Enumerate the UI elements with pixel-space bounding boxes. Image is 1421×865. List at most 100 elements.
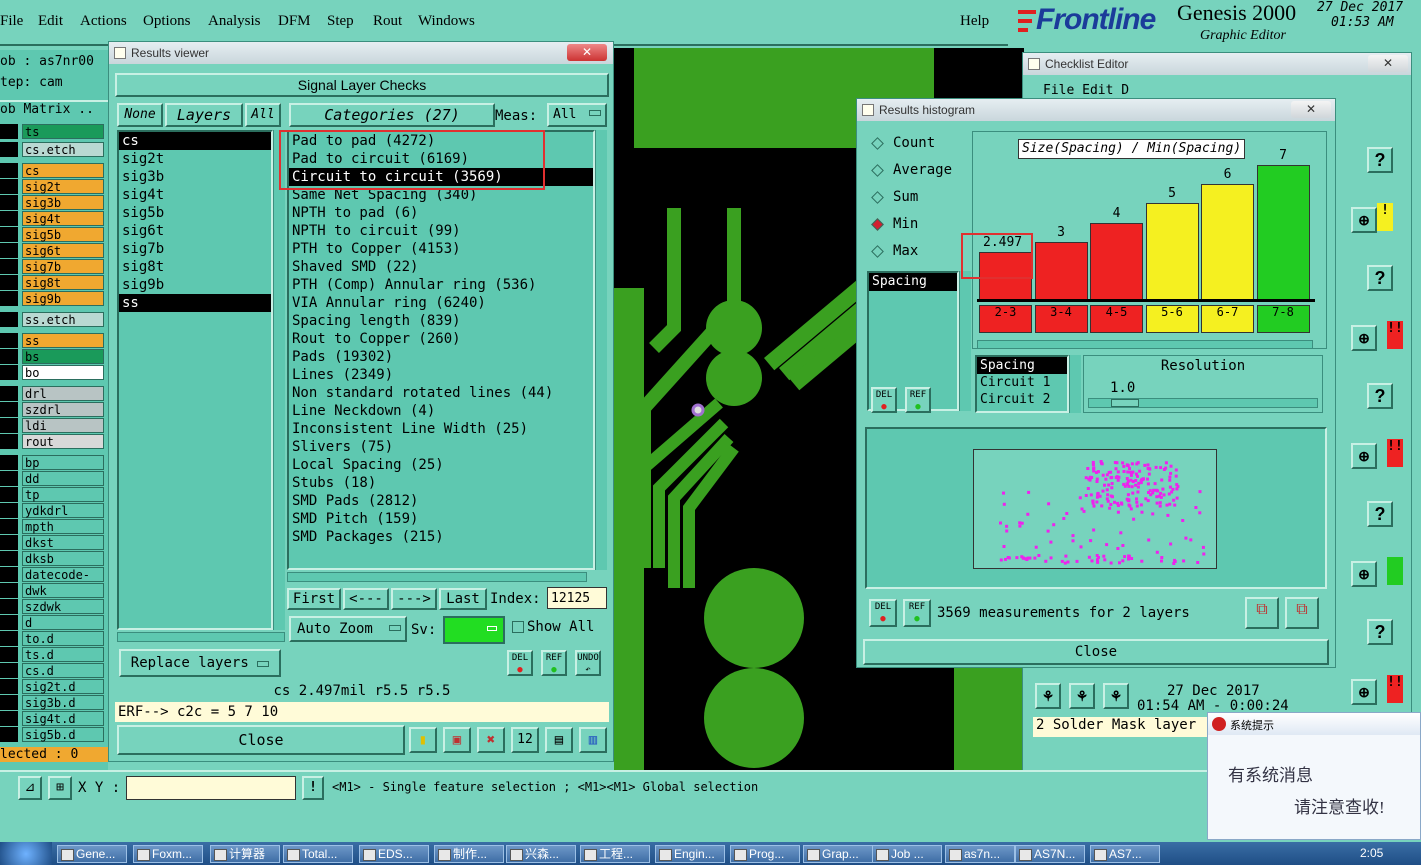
layer-state-indicator[interactable]: [0, 583, 18, 598]
index-icon[interactable]: 12: [511, 727, 539, 753]
mode-radio-min[interactable]: Min: [867, 212, 967, 239]
zoom-in-icon[interactable]: ⧉: [1245, 597, 1279, 629]
layer-list-item[interactable]: sig9b: [119, 276, 271, 294]
layer-state-indicator[interactable]: [0, 386, 18, 401]
run-icon[interactable]: ⚘: [1069, 683, 1095, 709]
layer-list-item[interactable]: sig5b: [119, 204, 271, 222]
help-icon[interactable]: ?: [1367, 501, 1393, 527]
layer-list[interactable]: cs sig2t sig3b sig4t sig5b sig6t sig7b sig8t sig…: [117, 130, 273, 630]
slider-thumb[interactable]: [1111, 399, 1139, 407]
category-item[interactable]: VIA Annular ring (6240): [289, 294, 593, 312]
taskbar-item[interactable]: AS7...: [1090, 845, 1160, 863]
categories-button[interactable]: Categories (27): [289, 103, 495, 127]
replace-layers-button[interactable]: Replace layers: [119, 649, 281, 677]
taskbar-item[interactable]: Prog...: [730, 845, 800, 863]
category-item[interactable]: Slivers (75): [289, 438, 593, 456]
taskbar-item[interactable]: Grap...: [803, 845, 873, 863]
layer-state-indicator[interactable]: [0, 333, 18, 348]
category-scrollbar[interactable]: [595, 130, 607, 570]
measure-icon[interactable]: ⊿: [18, 776, 42, 800]
layer-row-dd[interactable]: dd: [22, 471, 104, 486]
taskbar-item[interactable]: Gene...: [57, 845, 127, 863]
mode-radio-average[interactable]: Average: [867, 158, 967, 185]
attribute-item[interactable]: Circuit 2: [977, 391, 1067, 408]
auto-zoom-select[interactable]: Auto Zoom: [289, 616, 407, 642]
taskbar-item[interactable]: 计算器: [210, 845, 280, 863]
category-item[interactable]: NPTH to pad (6): [289, 204, 593, 222]
layer-row-szdwk[interactable]: szdwk: [22, 599, 104, 614]
layer-state-indicator[interactable]: [0, 663, 18, 678]
menu-help[interactable]: Help: [960, 13, 989, 30]
layer-state-indicator[interactable]: [0, 503, 18, 518]
layer-list-item[interactable]: sig8t: [119, 258, 271, 276]
mode-radio-count[interactable]: Count: [867, 131, 967, 158]
layer-row-szdrl[interactable]: szdrl: [22, 402, 104, 417]
layer-state-indicator[interactable]: [0, 418, 18, 433]
layer-row-sig7b[interactable]: sig7b: [22, 259, 104, 274]
close-button[interactable]: Close: [117, 725, 405, 755]
menu-rout[interactable]: Rout: [373, 13, 402, 30]
job-matrix-button[interactable]: ob Matrix ..: [0, 100, 108, 117]
zoom-icon[interactable]: ⊕: [1351, 561, 1377, 587]
layer-list-item[interactable]: sig4t: [119, 186, 271, 204]
taskbar-item[interactable]: Total...: [283, 845, 353, 863]
taskbar-item[interactable]: EDS...: [359, 845, 429, 863]
attribute-list[interactable]: Spacing Circuit 1 Circuit 2: [975, 355, 1069, 413]
attribute-item[interactable]: Spacing: [977, 357, 1067, 374]
layer-row-cs[interactable]: cs: [22, 163, 104, 178]
layer-row-sig5b[interactable]: sig5b: [22, 227, 104, 242]
none-button[interactable]: None: [117, 103, 163, 127]
layer-state-indicator[interactable]: [0, 402, 18, 417]
layer-row-sig6t[interactable]: sig6t: [22, 243, 104, 258]
layer-row-sig8t[interactable]: sig8t: [22, 275, 104, 290]
first-button[interactable]: First: [287, 588, 341, 610]
layer-state-indicator[interactable]: [0, 227, 18, 242]
taskbar-item[interactable]: as7n...: [945, 845, 1015, 863]
close-icon[interactable]: ✕: [567, 44, 607, 61]
layer-state-indicator[interactable]: [0, 535, 18, 550]
start-button[interactable]: [0, 842, 52, 865]
category-item[interactable]: Local Spacing (25): [289, 456, 593, 474]
zoom-icon[interactable]: ⊕: [1351, 207, 1377, 233]
menu-dfm[interactable]: DFM: [278, 13, 311, 30]
mode-radio-sum[interactable]: Sum: [867, 185, 967, 212]
layer-row-rout[interactable]: rout: [22, 434, 104, 449]
menu-windows[interactable]: Windows: [418, 13, 475, 30]
layer-list-item[interactable]: sig2t: [119, 150, 271, 168]
menu-analysis[interactable]: Analysis: [208, 13, 261, 30]
layer-state-indicator[interactable]: [0, 519, 18, 534]
taskbar-item[interactable]: AS7N...: [1015, 845, 1085, 863]
layer-row-ydkdrl[interactable]: ydkdrl: [22, 503, 104, 518]
layer-scrollbar[interactable]: [273, 130, 285, 630]
all-layers-button[interactable]: All: [245, 103, 281, 127]
layer-state-indicator[interactable]: [0, 349, 18, 364]
layer-row-dksb[interactable]: dksb: [22, 551, 104, 566]
layer-state-indicator[interactable]: [0, 615, 18, 630]
category-item[interactable]: Spacing length (839): [289, 312, 593, 330]
layer-row-ts-d[interactable]: ts.d: [22, 647, 104, 662]
prev-button[interactable]: <---: [343, 588, 389, 610]
next-button[interactable]: --->: [391, 588, 437, 610]
mode-radio-max[interactable]: Max: [867, 239, 967, 266]
layer-row-mpth[interactable]: mpth: [22, 519, 104, 534]
layer-row-datecode-to[interactable]: datecode-to: [22, 567, 104, 596]
layer-state-indicator[interactable]: [0, 195, 18, 210]
layer-state-indicator[interactable]: [0, 599, 18, 614]
category-item[interactable]: SMD Pitch (159): [289, 510, 593, 528]
category-hscrollbar[interactable]: [287, 572, 587, 582]
layer-row-cs-etch[interactable]: cs.etch: [22, 142, 104, 157]
taskbar-item[interactable]: Job ...: [872, 845, 942, 863]
layer-row-sig2t[interactable]: sig2t: [22, 179, 104, 194]
zoom-icon[interactable]: ⊕: [1351, 443, 1377, 469]
layer-row-drl[interactable]: drl: [22, 386, 104, 401]
layer-state-indicator[interactable]: [0, 551, 18, 566]
menu-actions[interactable]: Actions: [80, 13, 127, 30]
help-icon[interactable]: ?: [1367, 265, 1393, 291]
menu-step[interactable]: Step: [327, 13, 354, 30]
help-icon[interactable]: ?: [1367, 147, 1393, 173]
taskbar-item[interactable]: 兴森...: [506, 845, 576, 863]
hist-ref-button[interactable]: REF ●: [905, 387, 931, 413]
index-input[interactable]: [547, 587, 607, 609]
layer-row-sig9b[interactable]: sig9b: [22, 291, 104, 306]
taskbar-item[interactable]: 制作...: [434, 845, 504, 863]
